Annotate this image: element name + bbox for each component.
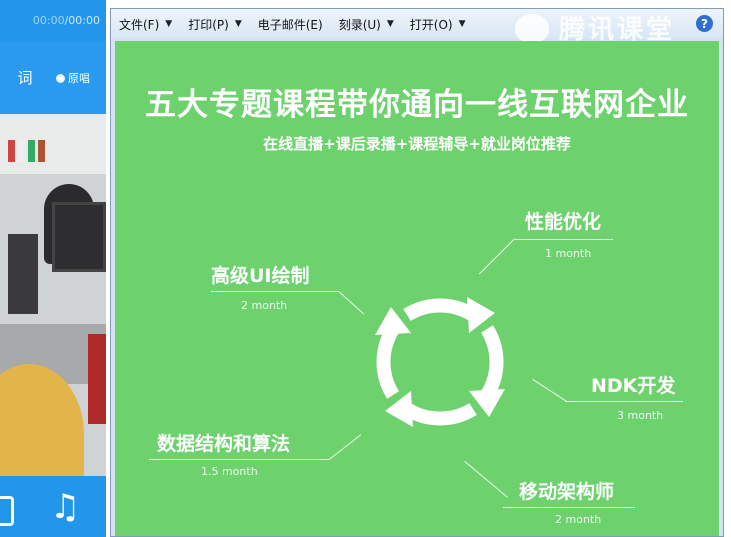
video-monitor xyxy=(8,234,38,314)
cycle-arrows-icon xyxy=(375,297,505,427)
menu-print-label: 打印(P) xyxy=(188,17,229,32)
chevron-down-icon: ▼ xyxy=(386,19,394,29)
video-book xyxy=(8,140,15,162)
menu-file[interactable]: 文件(F) ▼ xyxy=(111,9,180,39)
player-bottom-bar: ♫ xyxy=(0,476,106,537)
original-vocal-toggle[interactable]: 原唱 xyxy=(56,70,90,86)
music-note-icon[interactable]: ♫ xyxy=(50,490,80,524)
topic-label-ndk: NDK开发 xyxy=(591,375,676,397)
topic-duration: 1.5 month xyxy=(201,465,258,478)
topic-label-data-structures: 数据结构和算法 xyxy=(157,433,291,455)
total-time: /00:00 xyxy=(64,14,100,27)
topic-connector xyxy=(532,379,567,402)
radio-dot-icon xyxy=(56,73,65,83)
help-icon[interactable]: ? xyxy=(696,15,713,32)
menu-email[interactable]: 电子邮件(E) xyxy=(250,9,331,39)
topic-underline xyxy=(503,507,635,508)
video-shelf xyxy=(0,114,106,174)
topic-label-mobile-architect: 移动架构师 xyxy=(519,481,615,503)
topic-duration: 2 month xyxy=(241,299,288,312)
topic-connector xyxy=(329,434,362,460)
slide-subtitle: 在线直播+课后录播+课程辅导+就业岗位推荐 xyxy=(263,135,571,153)
playback-time: 00:00/00:00 xyxy=(33,14,100,27)
original-vocal-label: 原唱 xyxy=(68,72,90,85)
player-header: 00:00/00:00 xyxy=(0,0,106,42)
topic-duration: 2 month xyxy=(555,513,602,526)
menu-open-label: 打开(O) xyxy=(409,17,453,32)
chevron-down-icon: ▼ xyxy=(165,19,173,29)
media-player-panel: 00:00/00:00 词 原唱 ♫ xyxy=(0,0,106,537)
current-time: 00:00 xyxy=(32,14,65,27)
menu-burn-label: 刻录(U) xyxy=(338,17,381,32)
menu-print[interactable]: 打印(P) ▼ xyxy=(180,9,250,39)
topic-duration: 3 month xyxy=(617,409,664,422)
webcam-video xyxy=(0,114,106,476)
video-book xyxy=(38,140,45,162)
topic-connector xyxy=(464,461,508,498)
slide-title: 五大专题课程带你通向一线互联网企业 xyxy=(145,87,689,123)
chevron-down-icon: ▼ xyxy=(234,19,242,29)
video-monitor xyxy=(52,202,106,272)
topic-label-performance: 性能优化 xyxy=(525,211,602,233)
player-controls: 词 原唱 xyxy=(0,42,106,114)
menu-burn[interactable]: 刻录(U) ▼ xyxy=(331,9,402,39)
watermark-logo-icon xyxy=(515,13,549,42)
slide-canvas: 五大专题课程带你通向一线互联网企业 在线直播+课后录播+课程辅导+就业岗位推荐 … xyxy=(115,41,719,536)
topic-connector xyxy=(478,238,515,275)
topic-underline xyxy=(211,291,339,292)
video-book xyxy=(28,140,35,162)
video-book xyxy=(18,140,25,162)
topic-underline xyxy=(149,459,329,460)
menu-email-label: 电子邮件(E) xyxy=(257,17,323,32)
topic-duration: 1 month xyxy=(545,247,592,260)
chevron-down-icon: ▼ xyxy=(458,19,466,29)
lyric-button[interactable]: 词 xyxy=(14,66,36,88)
menu-open[interactable]: 打开(O) ▼ xyxy=(402,9,474,39)
topic-underline xyxy=(515,239,613,240)
topic-underline xyxy=(565,401,683,402)
tablet-icon[interactable] xyxy=(0,496,14,526)
menu-file-label: 文件(F) xyxy=(119,17,160,32)
video-chair xyxy=(88,334,106,424)
topic-label-advanced-ui: 高级UI绘制 xyxy=(211,265,310,287)
viewer-window: 文件(F) ▼ 打印(P) ▼ 电子邮件(E) 刻录(U) ▼ 打开(O) ▼ ? 腾讯… xyxy=(110,8,724,537)
